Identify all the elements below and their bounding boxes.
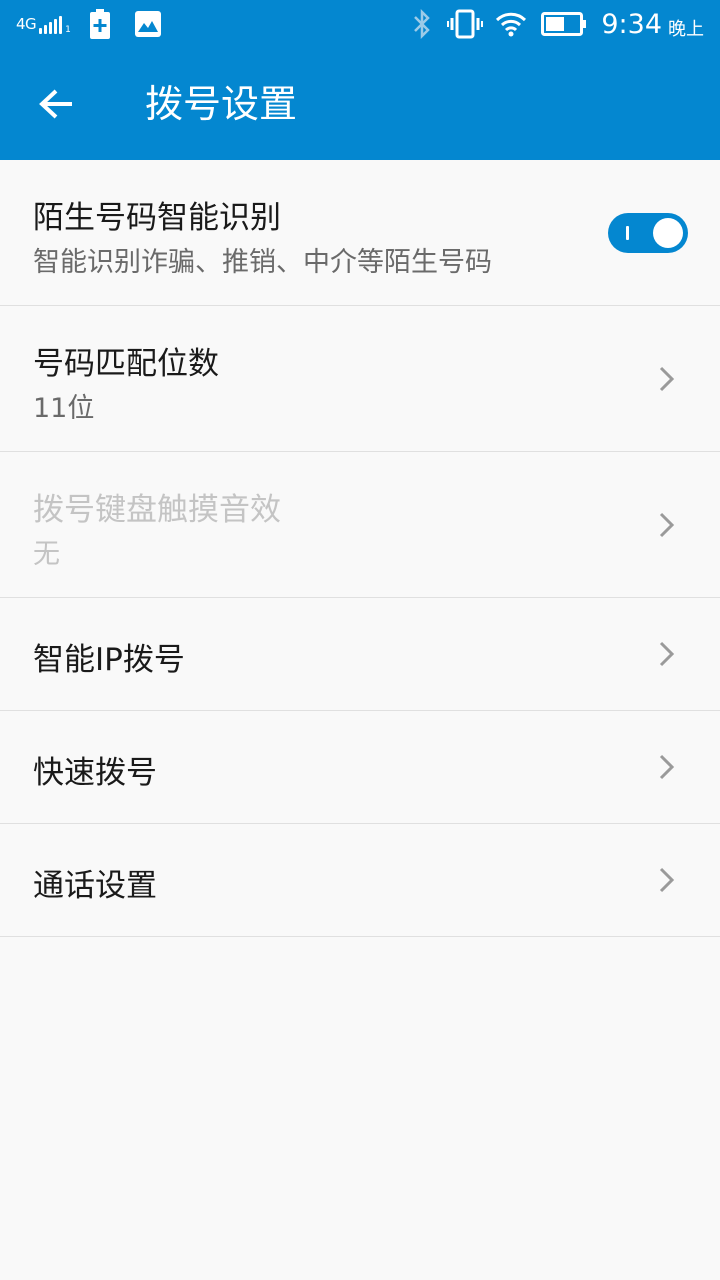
- vibrate-icon: [447, 9, 484, 39]
- status-bar-left: 4G 1: [16, 0, 161, 48]
- toggle-on-mark: [626, 226, 629, 240]
- stranger-number-id-title: 陌生号码智能识别: [33, 200, 281, 236]
- network-type: 4G: [16, 15, 37, 33]
- match-digits-row[interactable]: 号码匹配位数 11位: [0, 306, 720, 452]
- stranger-number-id-subtitle: 智能识别诈骗、推销、中介等陌生号码: [33, 247, 492, 278]
- speed-dial-row[interactable]: 快速拨号: [0, 711, 720, 824]
- match-digits-title: 号码匹配位数: [33, 346, 219, 382]
- speed-dial-title: 快速拨号: [33, 755, 157, 791]
- status-bar-right: 9:34 晚上: [411, 0, 704, 48]
- battery-charging-icon: [89, 9, 110, 39]
- chevron-right-icon: [659, 512, 675, 537]
- arrow-left-icon: [39, 89, 72, 119]
- clock-ampm: 晚上: [668, 19, 704, 40]
- page-title: 拨号设置: [145, 82, 298, 126]
- smart-ip-dial-row[interactable]: 智能IP拨号: [0, 598, 720, 711]
- signal-icon: 1: [39, 14, 73, 35]
- chevron-right-icon: [659, 867, 675, 893]
- bluetooth-icon: [414, 9, 431, 39]
- status-bar: 4G 1 9:34 晚上: [0, 0, 720, 48]
- stranger-number-id-toggle[interactable]: [608, 213, 688, 253]
- keypad-touch-sound-row: 拨号键盘触摸音效 无: [0, 452, 720, 598]
- call-settings-title: 通话设置: [33, 868, 157, 904]
- smart-ip-dial-title: 智能IP拨号: [33, 642, 185, 678]
- wifi-icon: [496, 12, 527, 37]
- settings-list: 陌生号码智能识别 智能识别诈骗、推销、中介等陌生号码 号码匹配位数 11位 拨号…: [0, 160, 720, 937]
- keypad-touch-sound-title: 拨号键盘触摸音效: [33, 492, 281, 528]
- signal-sim-number: 1: [65, 25, 71, 35]
- chevron-right-icon: [659, 641, 675, 667]
- call-settings-row[interactable]: 通话设置: [0, 824, 720, 937]
- back-button[interactable]: [24, 72, 88, 136]
- chevron-right-icon: [659, 754, 675, 780]
- app-bar: 拨号设置: [0, 48, 720, 160]
- match-digits-value: 11位: [33, 393, 95, 424]
- chevron-right-icon: [659, 366, 675, 391]
- image-icon: [134, 11, 161, 37]
- toggle-knob: [653, 218, 683, 248]
- battery-icon: [541, 12, 587, 36]
- stranger-number-id-row[interactable]: 陌生号码智能识别 智能识别诈骗、推销、中介等陌生号码: [0, 160, 720, 306]
- keypad-touch-sound-value: 无: [33, 539, 60, 570]
- clock-time: 9:34: [601, 8, 662, 40]
